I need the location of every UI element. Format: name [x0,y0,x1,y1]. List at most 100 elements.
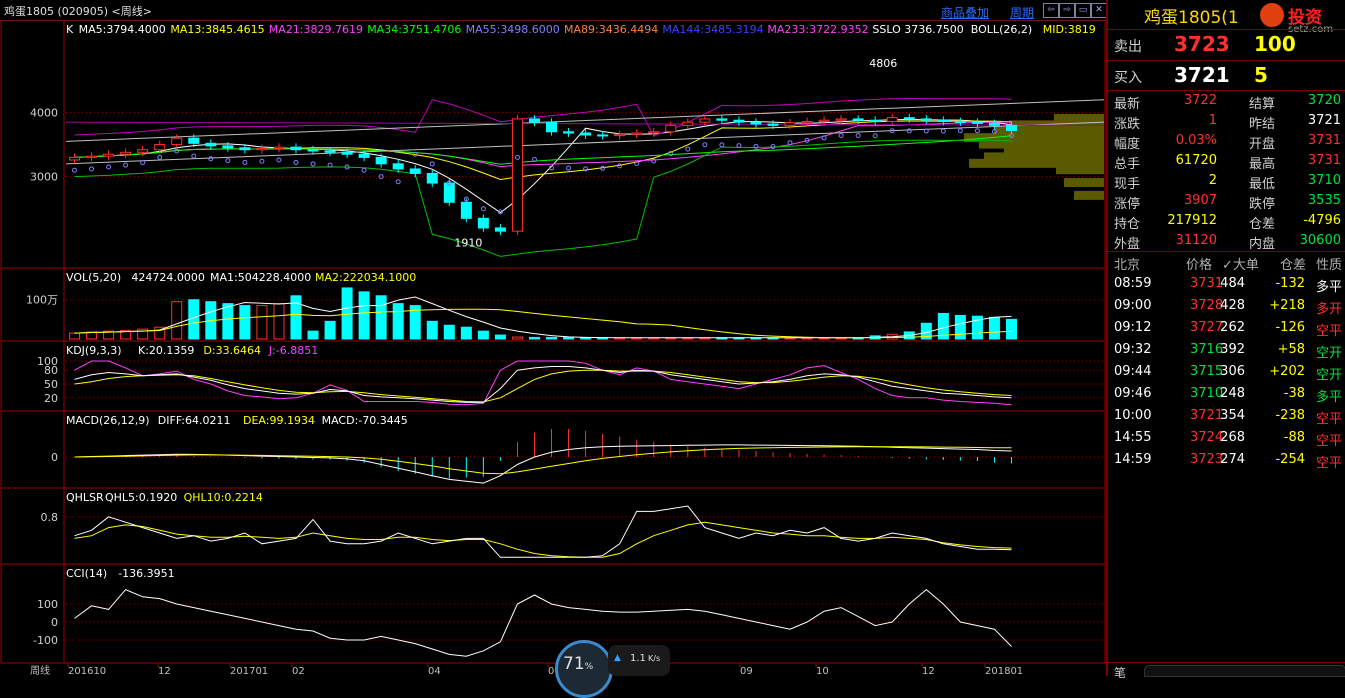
tick-oi-change: -38 [1283,386,1305,401]
indicator-label: CCI(14) [66,567,107,580]
y-tick-label: -100 [33,634,58,647]
indicator-label: QHL5:0.1920 [105,491,177,504]
kline-chart[interactable]: K MA5:3794.4000 MA13:3845.4615 MA21:3829.76… [0,20,1106,676]
x-tick-label: 201801 [985,666,1023,676]
tick-volume: 354 [1220,408,1245,423]
sar-dot [838,132,844,138]
candle [222,145,234,149]
sar-dot [276,157,282,163]
chart-area[interactable]: K MA5:3794.4000 MA13:3845.4615 MA21:3829.76… [0,20,1106,676]
tick-price: 3728 [1190,298,1224,313]
tick-oi-change: +218 [1269,298,1305,313]
stat-value: -4796 [1303,213,1341,228]
candle [120,151,132,155]
indicator-label: KDJ(9,3,3) [66,344,122,357]
tick-time: 09:46 [1114,386,1152,401]
tick-time: 09:00 [1114,298,1152,313]
y-tick-label: 20 [44,392,58,405]
tick-oi-change: -254 [1275,452,1305,467]
candle [903,117,915,120]
sell-volume: 100 [1254,32,1296,56]
indicator-label: D:33.6464 [203,344,261,357]
volume-bar [580,337,592,340]
window-icon[interactable]: ▭ [1075,3,1091,18]
sar-dot [89,166,95,172]
candle [443,182,455,203]
candle [188,137,200,144]
sar-dot [702,142,708,148]
candle [290,146,302,151]
buy-volume: 5 [1254,63,1268,87]
tick-row[interactable]: 09:32 3716 392 +58 空开 [1108,339,1345,361]
sar-dot [293,160,299,166]
volume-bar [222,303,234,340]
tick-volume: 428 [1220,298,1245,313]
brand-logo-icon [1260,3,1284,27]
stat-label: 幅度 [1114,137,1141,152]
candle [988,122,1000,126]
stat-label: 持仓 [1114,217,1141,232]
tick-row[interactable]: 14:59 3723 274 -254 空平 [1108,449,1345,471]
tick-row[interactable]: 08:59 3731 484 -132 多平 [1108,273,1345,295]
sar-dot [685,146,691,152]
tick-volume: 484 [1220,276,1245,291]
sell-row: 卖出 3723 100 [1108,30,1345,60]
sar-dot [361,167,367,173]
x-tick-label: 09 [740,666,753,676]
x-tick-label: 周线 [30,664,50,676]
tick-price: 3715 [1190,364,1224,379]
bottom-tab-strip[interactable] [1144,665,1345,677]
tick-oi-change: +58 [1277,342,1305,357]
tick-header-nature: 性质 [1316,258,1343,273]
stat-label: 外盘 [1114,237,1141,252]
tick-time: 14:59 [1114,452,1152,467]
tick-row[interactable]: 10:00 3721 354 -238 空平 [1108,405,1345,427]
sar-dot [480,206,486,212]
tick-nature: 空开 [1316,368,1343,383]
sar-dot [395,179,401,185]
close-icon[interactable]: ✕ [1091,3,1107,18]
sar-dot [259,158,265,164]
buy-label: 买入 [1114,70,1142,86]
prev-arrow-icon[interactable]: ⇦ [1043,3,1059,18]
sar-dot [72,167,78,173]
sar-dot [225,158,231,164]
candle [477,217,489,229]
candle [920,118,932,121]
y-tick-label: 4000 [30,107,58,120]
tick-row[interactable]: 09:46 3710 248 -38 多平 [1108,383,1345,405]
tick-nature: 多平 [1316,280,1343,295]
tick-row[interactable]: 09:12 3727 262 -126 空平 [1108,317,1345,339]
candle [239,147,251,151]
overlay-commodity-link[interactable]: 商品叠加 [941,4,989,21]
candle [971,121,983,124]
indicator-label: MA13:3845.4615 [170,23,264,36]
indicator-label: MA5:3794.4000 [79,23,166,36]
tick-row[interactable]: 14:55 3724 268 -88 空平 [1108,427,1345,449]
stat-value: 3535 [1307,193,1341,208]
tick-row[interactable]: 09:44 3715 306 +202 空开 [1108,361,1345,383]
tick-time: 14:55 [1114,430,1152,445]
volume-bar [290,295,302,340]
candle [580,132,592,136]
tick-oi-change: -132 [1275,276,1305,291]
volume-bar [392,303,404,340]
sar-dot [872,133,878,139]
period-link[interactable]: 周期 [1010,4,1034,21]
tick-time: 08:59 [1114,276,1152,291]
next-arrow-icon[interactable]: ⇨ [1059,3,1075,18]
bottom-tab-label[interactable]: 笔 [1114,664,1126,681]
volume-bar [1005,318,1017,340]
y-tick-label: 0 [51,451,58,464]
tick-header-oi: 仓差 [1280,258,1307,273]
tick-nature: 空平 [1316,434,1343,449]
stat-value: 0.03% [1175,133,1217,148]
candle [835,118,847,121]
volume-profile-bar [1056,165,1104,175]
volume-bar [307,330,319,340]
stat-value: 3731 [1307,153,1341,168]
tick-row[interactable]: 09:00 3728 428 +218 多开 [1108,295,1345,317]
tick-header-bigorder[interactable]: ✓大单 [1222,254,1259,273]
stat-label: 涨停 [1114,197,1141,212]
tick-price: 3731 [1190,276,1224,291]
